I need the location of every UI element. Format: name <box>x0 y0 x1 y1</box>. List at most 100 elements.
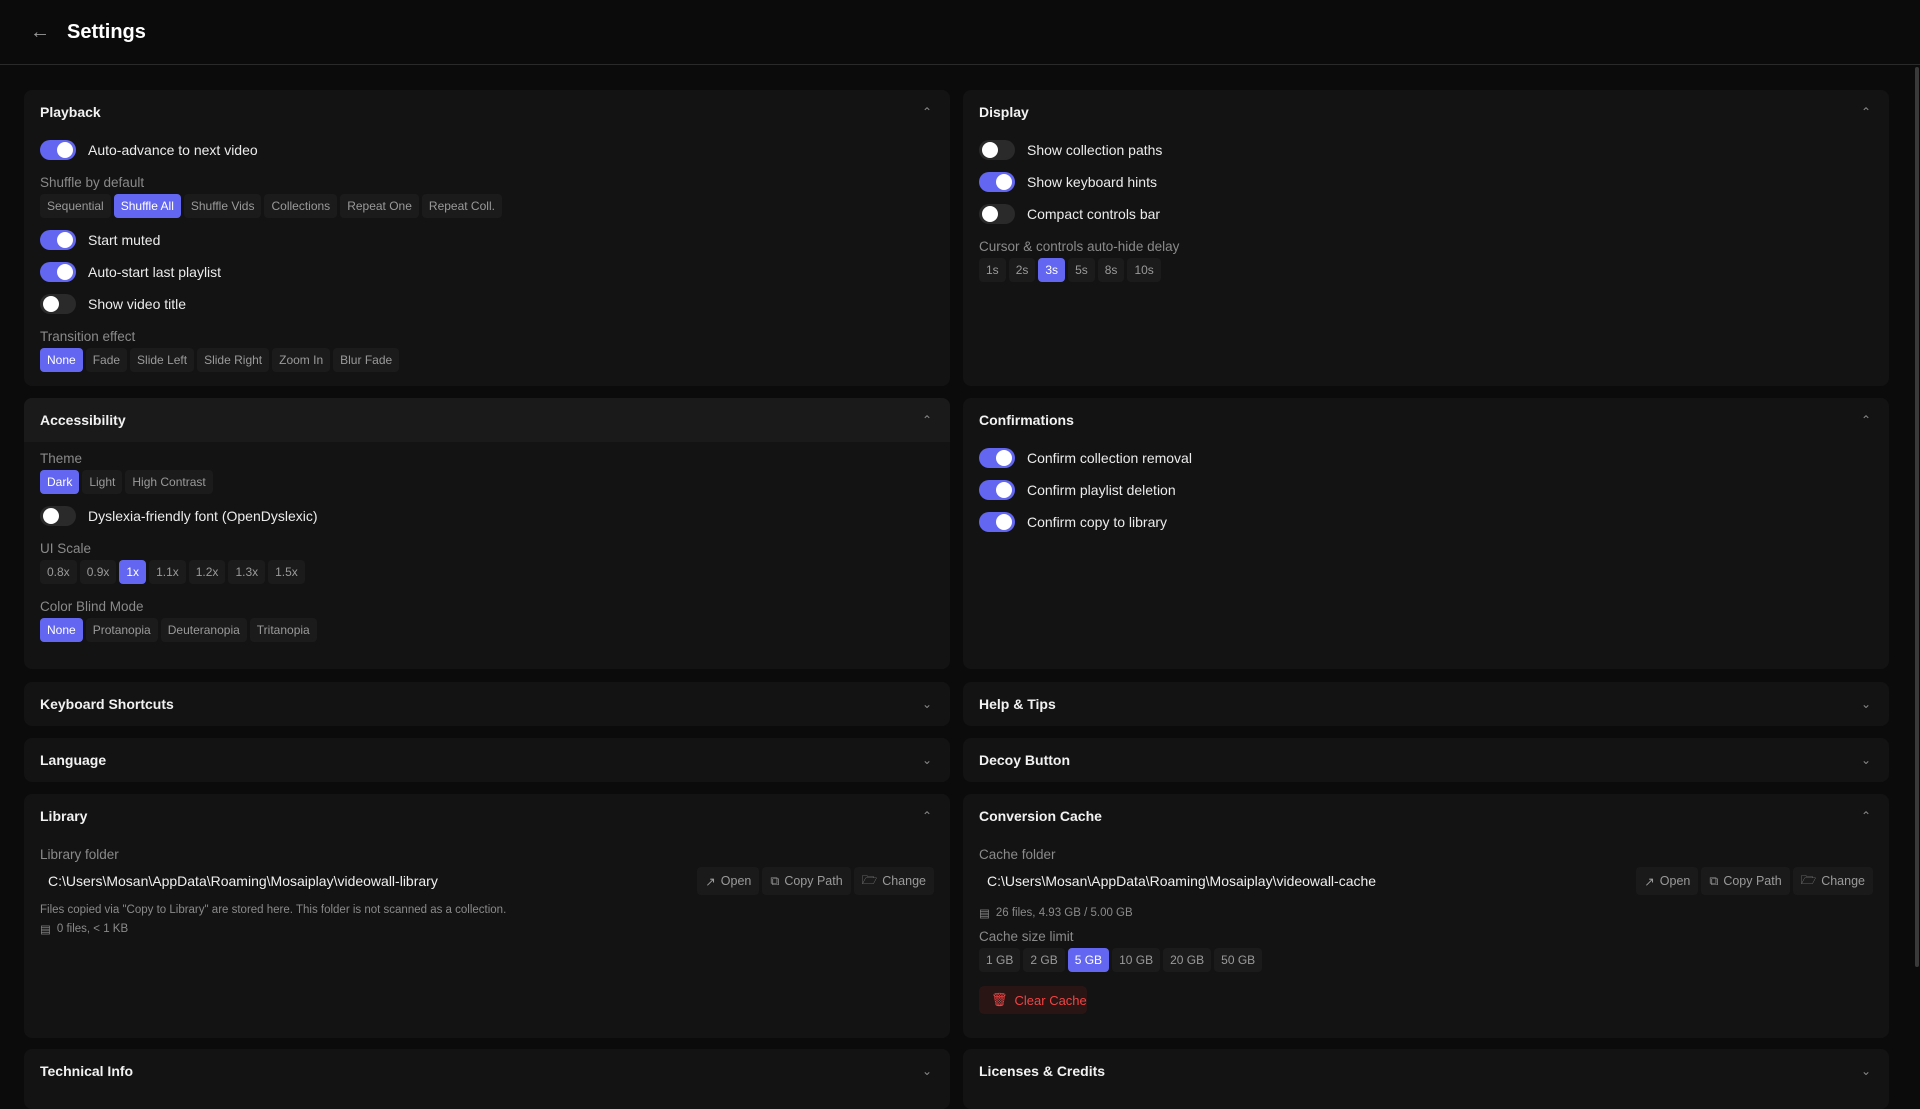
option-dark[interactable]: Dark <box>40 470 79 494</box>
change-button[interactable]: 🗁Change <box>1793 867 1873 895</box>
option-high-contrast[interactable]: High Contrast <box>125 470 212 494</box>
toggle-switch[interactable] <box>979 480 1015 500</box>
option-1-2x[interactable]: 1.2x <box>189 560 226 584</box>
option-1-gb[interactable]: 1 GB <box>979 948 1020 972</box>
toggle-row-start-muted[interactable]: Start muted <box>40 224 934 256</box>
option-shuffle-all[interactable]: Shuffle All <box>114 194 181 218</box>
toggle-row-dyslexia-friendly-font-opendyslexic[interactable]: Dyslexia-friendly font (OpenDyslexic) <box>40 500 934 532</box>
scrollbar[interactable] <box>1912 65 1920 1080</box>
section-header-help-tips[interactable]: Help & Tips⌄ <box>963 682 1889 726</box>
option-3s[interactable]: 3s <box>1038 258 1065 282</box>
copy-path-button[interactable]: ⧉Copy Path <box>1701 867 1789 895</box>
chevron-up-icon[interactable]: ⌃ <box>1861 809 1871 823</box>
section-body: Auto-advance to next videoShuffle by def… <box>24 134 950 386</box>
toggle-switch[interactable] <box>979 172 1015 192</box>
copy-path-button[interactable]: ⧉Copy Path <box>762 867 850 895</box>
option-light[interactable]: Light <box>82 470 122 494</box>
option-2s[interactable]: 2s <box>1009 258 1036 282</box>
section-header-confirmations[interactable]: Confirmations⌃ <box>963 398 1889 442</box>
option-tritanopia[interactable]: Tritanopia <box>250 618 317 642</box>
toggle-switch[interactable] <box>40 262 76 282</box>
option-2-gb[interactable]: 2 GB <box>1023 948 1064 972</box>
option-deuteranopia[interactable]: Deuteranopia <box>161 618 247 642</box>
option-1-5x[interactable]: 1.5x <box>268 560 305 584</box>
option-slide-left[interactable]: Slide Left <box>130 348 194 372</box>
option-shuffle-vids[interactable]: Shuffle Vids <box>184 194 262 218</box>
chevron-up-icon[interactable]: ⌃ <box>922 105 932 119</box>
chevron-up-icon[interactable]: ⌃ <box>1861 105 1871 119</box>
chevron-up-icon[interactable]: ⌃ <box>922 809 932 823</box>
option-repeat-coll[interactable]: Repeat Coll. <box>422 194 502 218</box>
option-blur-fade[interactable]: Blur Fade <box>333 348 399 372</box>
open-button[interactable]: ↗Open <box>697 867 759 895</box>
chevron-up-icon[interactable]: ⌃ <box>1861 413 1871 427</box>
change-button[interactable]: 🗁Change <box>854 867 934 895</box>
chevron-up-icon[interactable]: ⌃ <box>922 413 932 427</box>
chevron-down-icon[interactable]: ⌄ <box>1861 1064 1871 1078</box>
option-collections[interactable]: Collections <box>264 194 337 218</box>
option-20-gb[interactable]: 20 GB <box>1163 948 1211 972</box>
toggle-row-show-video-title[interactable]: Show video title <box>40 288 934 320</box>
toggle-row-confirm-playlist-deletion[interactable]: Confirm playlist deletion <box>979 474 1873 506</box>
chevron-down-icon[interactable]: ⌄ <box>1861 753 1871 767</box>
toggle-switch[interactable] <box>40 140 76 160</box>
toggle-switch[interactable] <box>40 294 76 314</box>
toggle-row-auto-start-last-playlist[interactable]: Auto-start last playlist <box>40 256 934 288</box>
option-5-gb[interactable]: 5 GB <box>1068 948 1109 972</box>
toggle-switch[interactable] <box>979 140 1015 160</box>
toggle-row-show-keyboard-hints[interactable]: Show keyboard hints <box>979 166 1873 198</box>
section-header-conversion-cache[interactable]: Conversion Cache⌃ <box>963 794 1889 838</box>
section-header-language[interactable]: Language⌄ <box>24 738 950 782</box>
option-1x[interactable]: 1x <box>119 560 146 584</box>
option-1s[interactable]: 1s <box>979 258 1006 282</box>
toggle-switch[interactable] <box>979 512 1015 532</box>
section-header-playback[interactable]: Playback⌃ <box>24 90 950 134</box>
option-10s[interactable]: 10s <box>1127 258 1160 282</box>
option-sequential[interactable]: Sequential <box>40 194 111 218</box>
option-protanopia[interactable]: Protanopia <box>86 618 158 642</box>
scrollbar-thumb[interactable] <box>1915 67 1919 967</box>
section-header-licenses-credits[interactable]: Licenses & Credits⌄ <box>963 1049 1889 1093</box>
section-header-keyboard-shortcuts[interactable]: Keyboard Shortcuts⌄ <box>24 682 950 726</box>
option-0-9x[interactable]: 0.9x <box>80 560 117 584</box>
chevron-down-icon[interactable]: ⌄ <box>922 1064 932 1078</box>
toggle-label: Dyslexia-friendly font (OpenDyslexic) <box>88 508 318 524</box>
option-none[interactable]: None <box>40 348 83 372</box>
toggle-switch[interactable] <box>979 204 1015 224</box>
option-1-3x[interactable]: 1.3x <box>228 560 265 584</box>
section-header-display[interactable]: Display⌃ <box>963 90 1889 134</box>
option-1-1x[interactable]: 1.1x <box>149 560 186 584</box>
stats-text: 0 files, < 1 KB <box>57 923 128 935</box>
open-button[interactable]: ↗Open <box>1636 867 1698 895</box>
section-header-accessibility[interactable]: Accessibility⌃ <box>24 398 950 442</box>
toggle-row-confirm-copy-to-library[interactable]: Confirm copy to library <box>979 506 1873 538</box>
section-header-technical-info[interactable]: Technical Info⌄ <box>24 1049 950 1093</box>
option-0-8x[interactable]: 0.8x <box>40 560 77 584</box>
toggle-row-confirm-collection-removal[interactable]: Confirm collection removal <box>979 442 1873 474</box>
back-arrow-icon[interactable]: ← <box>30 21 50 44</box>
toggle-row-auto-advance-to-next-video[interactable]: Auto-advance to next video <box>40 134 934 166</box>
toggle-switch[interactable] <box>40 230 76 250</box>
toggle-switch[interactable] <box>979 448 1015 468</box>
section-header-library[interactable]: Library⌃ <box>24 794 950 838</box>
path-actions: ↗Open⧉Copy Path🗁Change <box>1636 867 1873 895</box>
field-label: UI Scale <box>40 534 934 556</box>
option-8s[interactable]: 8s <box>1098 258 1125 282</box>
clear-cache-button[interactable]: 🗑Clear Cache <box>979 986 1087 1014</box>
option-none[interactable]: None <box>40 618 83 642</box>
chevron-down-icon[interactable]: ⌄ <box>922 697 932 711</box>
option-10-gb[interactable]: 10 GB <box>1112 948 1160 972</box>
option-5s[interactable]: 5s <box>1068 258 1095 282</box>
option-group: DarkLightHigh Contrast <box>40 470 934 494</box>
toggle-row-compact-controls-bar[interactable]: Compact controls bar <box>979 198 1873 230</box>
option-50-gb[interactable]: 50 GB <box>1214 948 1262 972</box>
toggle-switch[interactable] <box>40 506 76 526</box>
toggle-row-show-collection-paths[interactable]: Show collection paths <box>979 134 1873 166</box>
option-fade[interactable]: Fade <box>86 348 127 372</box>
section-header-decoy-button[interactable]: Decoy Button⌄ <box>963 738 1889 782</box>
chevron-down-icon[interactable]: ⌄ <box>922 753 932 767</box>
option-slide-right[interactable]: Slide Right <box>197 348 269 372</box>
option-zoom-in[interactable]: Zoom In <box>272 348 330 372</box>
option-repeat-one[interactable]: Repeat One <box>340 194 419 218</box>
chevron-down-icon[interactable]: ⌄ <box>1861 697 1871 711</box>
